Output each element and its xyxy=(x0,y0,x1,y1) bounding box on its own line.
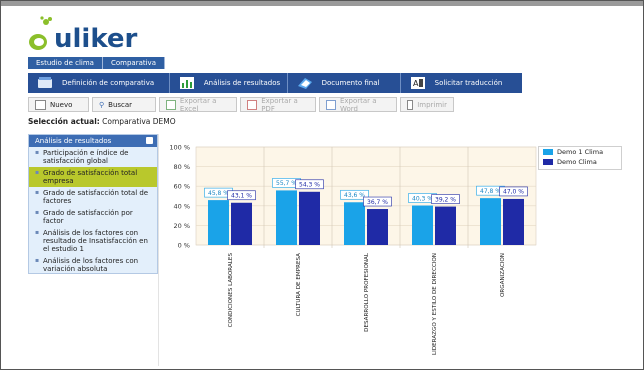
nav-definicion-comparativa[interactable]: Definición de comparativa xyxy=(28,73,170,93)
legend-swatch xyxy=(543,149,553,155)
sidebar-item-satisfaccion-factores[interactable]: Grado de satisfacción total de factores xyxy=(29,187,157,207)
nav-analisis-resultados[interactable]: Análisis de resultados xyxy=(170,73,288,93)
nav-solicitar-traduccion[interactable]: A Solicitar traducción xyxy=(401,73,522,93)
imprimir-button[interactable]: Imprimir xyxy=(400,97,454,112)
exportar-pdf-label: Exportar a PDF xyxy=(261,96,298,113)
logo-text: uliker xyxy=(54,24,138,54)
nav-documento-final[interactable]: Documento final xyxy=(288,73,401,93)
sidebar-header[interactable]: Análisis de resultados xyxy=(29,135,157,147)
exportar-pdf-button[interactable]: Exportar a PDF xyxy=(240,96,316,113)
section-nav: Definición de comparativa Análisis de re… xyxy=(28,73,522,93)
nav-label: Documento final xyxy=(321,79,380,87)
document-icon xyxy=(297,78,312,89)
logo: uliker xyxy=(28,14,148,54)
toolbar: Nuevo ⚲ Buscar Exportar a Excel Exportar … xyxy=(28,96,454,113)
collapse-icon[interactable] xyxy=(146,137,153,144)
sidebar-item-satisfaccion-por-factor[interactable]: Grado de satisfacción por factor xyxy=(29,207,157,227)
sidebar: Análisis de resultados Participación e í… xyxy=(28,134,158,274)
nav-label: Análisis de resultados xyxy=(203,79,281,87)
legend-label: Demo Clima xyxy=(557,158,597,166)
exportar-word-button[interactable]: Exportar a Word xyxy=(319,96,397,113)
legend-swatch xyxy=(543,159,553,165)
imprimir-label: Imprimir xyxy=(417,100,447,109)
buscar-label: Buscar xyxy=(108,100,133,109)
sidebar-title: Análisis de resultados xyxy=(35,137,112,145)
legend-item: Demo 1 Clima xyxy=(539,147,621,157)
book-icon xyxy=(38,77,52,88)
selection-value: Comparativa DEMO xyxy=(102,117,176,126)
legend-label: Demo 1 Clima xyxy=(557,148,604,156)
printer-icon xyxy=(407,99,414,110)
nav-label: Solicitar traducción xyxy=(434,79,503,87)
exportar-excel-label: Exportar a Excel xyxy=(179,96,217,113)
current-selection: Selección actual: Comparativa DEMO xyxy=(28,117,176,126)
exportar-excel-button[interactable]: Exportar a Excel xyxy=(159,96,237,113)
pdf-icon xyxy=(247,99,258,110)
sidebar-item-participacion[interactable]: Participación e índice de satisfacción g… xyxy=(29,147,157,167)
top-tabs: Estudio de clima Comparativa xyxy=(28,57,165,69)
legend-item: Demo Clima xyxy=(539,157,621,167)
svg-text:A: A xyxy=(413,79,419,88)
exportar-word-label: Exportar a Word xyxy=(339,96,377,113)
tab-estudio-clima[interactable]: Estudio de clima xyxy=(28,57,103,69)
nuevo-label: Nuevo xyxy=(50,100,73,109)
chart-legend: Demo 1 Clima Demo Clima xyxy=(538,146,622,170)
excel-icon xyxy=(166,99,176,110)
translate-icon: A xyxy=(410,77,425,89)
nav-label: Definición de comparativa xyxy=(62,79,155,87)
word-icon xyxy=(326,99,336,110)
sidebar-item-insatisfaccion[interactable]: Análisis de los factores con resultado d… xyxy=(29,227,157,255)
sidebar-item-satisfaccion-empresa[interactable]: Grado de satisfacción total empresa xyxy=(29,167,157,187)
selection-label: Selección actual: xyxy=(28,117,100,126)
sidebar-item-variacion-absoluta[interactable]: Análisis de los factores con variación a… xyxy=(29,255,157,275)
tab-comparativa[interactable]: Comparativa xyxy=(102,57,165,69)
new-document-icon xyxy=(35,99,46,110)
search-icon: ⚲ xyxy=(99,100,105,109)
chart-icon xyxy=(179,77,194,89)
nuevo-button[interactable]: Nuevo xyxy=(28,97,89,112)
buscar-button[interactable]: ⚲ Buscar xyxy=(92,97,156,112)
